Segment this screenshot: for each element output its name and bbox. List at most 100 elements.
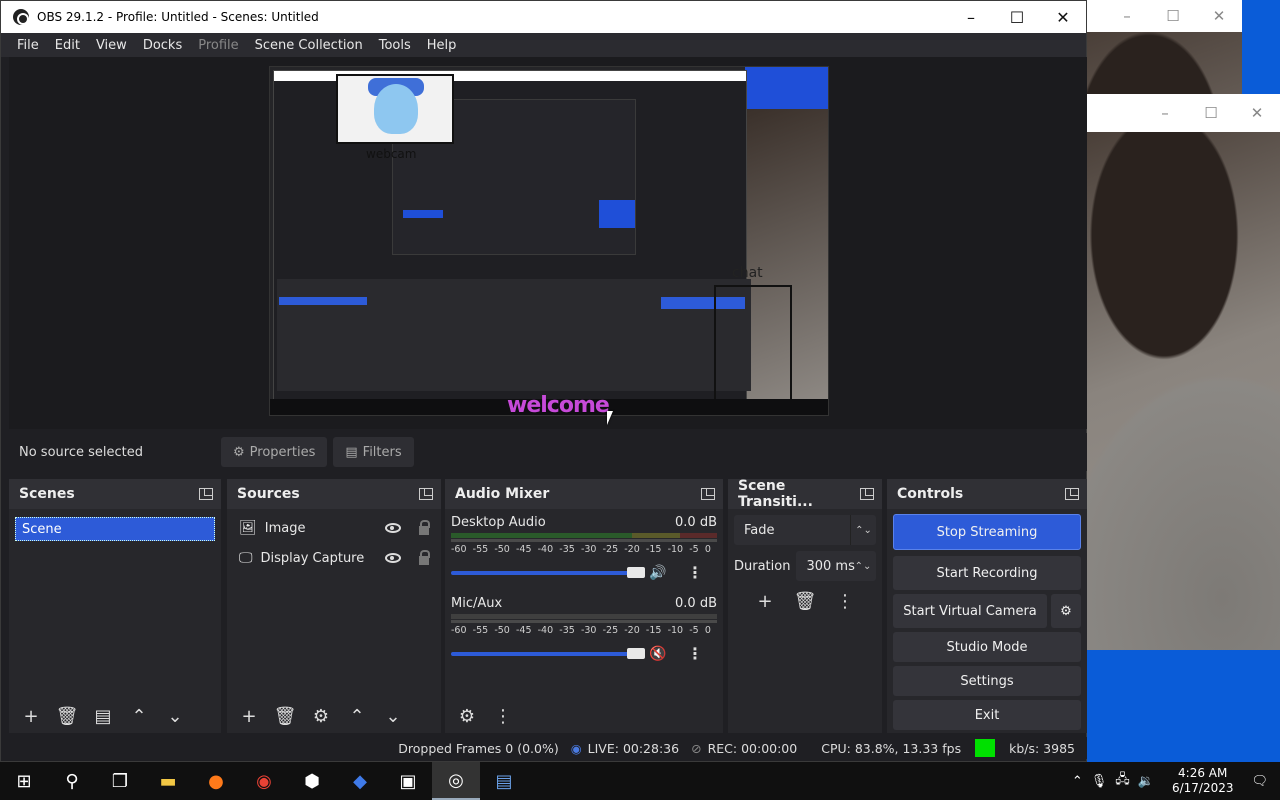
maximize-icon[interactable]: ☐ bbox=[1188, 104, 1234, 122]
background-window-titlebar: – ☐ ✕ bbox=[1087, 0, 1242, 32]
menu-view[interactable]: View bbox=[88, 38, 135, 53]
background-window-front[interactable]: – ☐ ✕ bbox=[1087, 94, 1280, 650]
package-icon[interactable]: ⬢ bbox=[288, 762, 336, 800]
channel-menu-icon[interactable]: ⋮ bbox=[687, 644, 703, 663]
file-explorer-icon[interactable]: ▬ bbox=[144, 762, 192, 800]
preview-area[interactable]: webcam chat welcome bbox=[9, 57, 1087, 429]
advanced-audio-gear-icon[interactable]: ⚙ bbox=[451, 702, 483, 730]
lock-icon[interactable] bbox=[419, 549, 430, 565]
chrome-icon[interactable]: ◉ bbox=[240, 762, 288, 800]
minimize-icon[interactable]: – bbox=[1142, 104, 1188, 122]
speaker-muted-icon[interactable]: 🔇 bbox=[649, 646, 667, 662]
add-transition-button[interactable]: + bbox=[749, 587, 781, 615]
mixer-menu-icon[interactable]: ⋮ bbox=[487, 702, 519, 730]
float-dock-icon[interactable] bbox=[199, 488, 213, 500]
remote-desktop-icon[interactable]: ▤ bbox=[480, 762, 528, 800]
remove-source-button[interactable]: 🗑 bbox=[269, 702, 301, 730]
source-item-image[interactable]: 🖼 Image bbox=[227, 513, 441, 543]
minimize-icon[interactable]: – bbox=[1104, 7, 1150, 25]
speaker-icon[interactable]: 🔊 bbox=[649, 565, 667, 581]
chat-label: chat bbox=[732, 265, 763, 281]
float-dock-icon[interactable] bbox=[860, 488, 874, 500]
close-icon[interactable]: ✕ bbox=[1234, 104, 1280, 122]
mixer-channel-mic: Mic/Aux 0.0 dB -60 -55 -50 -45 -40 -35 -30 -25 -2… bbox=[445, 582, 723, 663]
notifications-icon[interactable]: 🗨 bbox=[1251, 774, 1268, 789]
virtual-camera-gear-icon[interactable]: ⚙ bbox=[1051, 594, 1081, 628]
move-down-button[interactable]: ⌄ bbox=[159, 702, 191, 730]
move-up-button[interactable]: ⌃ bbox=[123, 702, 155, 730]
menu-tools[interactable]: Tools bbox=[371, 38, 419, 53]
duration-spinbox[interactable]: 300 ms ⌃⌄ bbox=[796, 551, 876, 581]
add-source-button[interactable]: + bbox=[233, 702, 265, 730]
scene-list-item[interactable]: Scene bbox=[15, 517, 215, 541]
volume-icon[interactable]: 🔉 bbox=[1138, 774, 1154, 789]
live-time: LIVE: 00:28:36 bbox=[587, 740, 680, 756]
obs-logo-icon bbox=[13, 9, 29, 25]
menu-help[interactable]: Help bbox=[419, 38, 465, 53]
menu-file[interactable]: File bbox=[9, 38, 47, 53]
remove-transition-button[interactable]: 🗑 bbox=[789, 587, 821, 615]
close-button[interactable]: ✕ bbox=[1040, 1, 1086, 33]
maximize-button[interactable]: ☐ bbox=[994, 1, 1040, 33]
microphone-icon[interactable]: 🎙 bbox=[1091, 774, 1108, 789]
transition-select[interactable]: Fade ⌃⌄ bbox=[734, 515, 876, 545]
add-scene-button[interactable]: + bbox=[15, 702, 47, 730]
move-down-button[interactable]: ⌄ bbox=[377, 702, 409, 730]
webcam-source bbox=[336, 74, 454, 144]
properties-label: Properties bbox=[249, 444, 316, 460]
menu-scene-collection[interactable]: Scene Collection bbox=[247, 38, 371, 53]
studio-mode-button[interactable]: Studio Mode bbox=[893, 632, 1081, 662]
stop-streaming-button[interactable]: Stop Streaming bbox=[893, 514, 1081, 550]
volume-slider-handle[interactable] bbox=[627, 647, 645, 659]
scene-filters-button[interactable]: ▤ bbox=[87, 702, 119, 730]
background-window-titlebar: – ☐ ✕ bbox=[1087, 94, 1280, 132]
remove-scene-button[interactable]: 🗑 bbox=[51, 702, 83, 730]
channel-name: Desktop Audio bbox=[451, 515, 546, 530]
preview-canvas[interactable]: webcam chat welcome bbox=[269, 66, 829, 416]
move-up-button[interactable]: ⌃ bbox=[341, 702, 373, 730]
source-item-display-capture[interactable]: 🖵 Display Capture bbox=[227, 543, 441, 573]
rec-time: REC: 00:00:00 bbox=[707, 740, 798, 756]
channel-menu-icon[interactable]: ⋮ bbox=[687, 563, 703, 582]
volume-slider-handle[interactable] bbox=[627, 566, 645, 578]
settings-button[interactable]: Settings bbox=[893, 666, 1081, 696]
dropped-frames: Dropped Frames 0 (0.0%) bbox=[398, 740, 559, 756]
float-dock-icon[interactable] bbox=[419, 488, 433, 500]
menu-edit[interactable]: Edit bbox=[47, 38, 88, 53]
scenes-dock: Scenes Scene + 🗑 ▤ ⌃ ⌄ bbox=[9, 479, 221, 733]
float-dock-icon[interactable] bbox=[701, 488, 715, 500]
start-recording-button[interactable]: Start Recording bbox=[893, 556, 1081, 590]
volume-slider[interactable] bbox=[451, 566, 645, 578]
source-name: Display Capture bbox=[260, 550, 365, 566]
scenes-dock-header: Scenes bbox=[9, 479, 221, 509]
source-properties-button[interactable]: ⚙ bbox=[305, 702, 337, 730]
network-icon[interactable]: 🖧 bbox=[1115, 770, 1130, 792]
filters-button[interactable]: ▤ Filters bbox=[333, 437, 414, 467]
firefox-icon[interactable]: ● bbox=[192, 762, 240, 800]
exit-button[interactable]: Exit bbox=[893, 700, 1081, 730]
app-window-icon[interactable]: ▣ bbox=[384, 762, 432, 800]
float-dock-icon[interactable] bbox=[1065, 488, 1079, 500]
maximize-icon[interactable]: ☐ bbox=[1150, 7, 1196, 25]
start-virtual-camera-button[interactable]: Start Virtual Camera bbox=[893, 594, 1047, 628]
chevron-up-icon[interactable]: ⌃ bbox=[1072, 774, 1083, 789]
transition-menu-button[interactable]: ⋮ bbox=[829, 587, 861, 615]
search-icon[interactable]: ⚲ bbox=[48, 762, 96, 800]
spin-arrows-icon[interactable]: ⌃⌄ bbox=[850, 551, 876, 581]
lock-icon[interactable] bbox=[419, 519, 430, 535]
close-icon[interactable]: ✕ bbox=[1196, 7, 1242, 25]
visibility-eye-icon[interactable] bbox=[385, 553, 401, 563]
properties-button[interactable]: ⚙ Properties bbox=[221, 437, 328, 467]
visibility-eye-icon[interactable] bbox=[385, 523, 401, 533]
stream-health-indicator bbox=[975, 739, 996, 757]
obs-window: OBS 29.1.2 - Profile: Untitled - Scenes:… bbox=[0, 0, 1087, 762]
minimize-button[interactable]: – bbox=[948, 1, 994, 33]
obs-taskbar-icon[interactable]: ◎ bbox=[432, 762, 480, 800]
menu-docks[interactable]: Docks bbox=[135, 38, 190, 53]
system-tray: ⌃ 🎙 🖧 🔉 4:26 AM 6/17/2023 🗨 bbox=[1072, 766, 1280, 796]
system-clock[interactable]: 4:26 AM 6/17/2023 bbox=[1162, 766, 1244, 796]
media-app-icon[interactable]: ◆ bbox=[336, 762, 384, 800]
volume-slider[interactable] bbox=[451, 647, 645, 659]
windows-start-icon[interactable]: ⊞ bbox=[0, 762, 48, 800]
task-view-icon[interactable]: ❐ bbox=[96, 762, 144, 800]
